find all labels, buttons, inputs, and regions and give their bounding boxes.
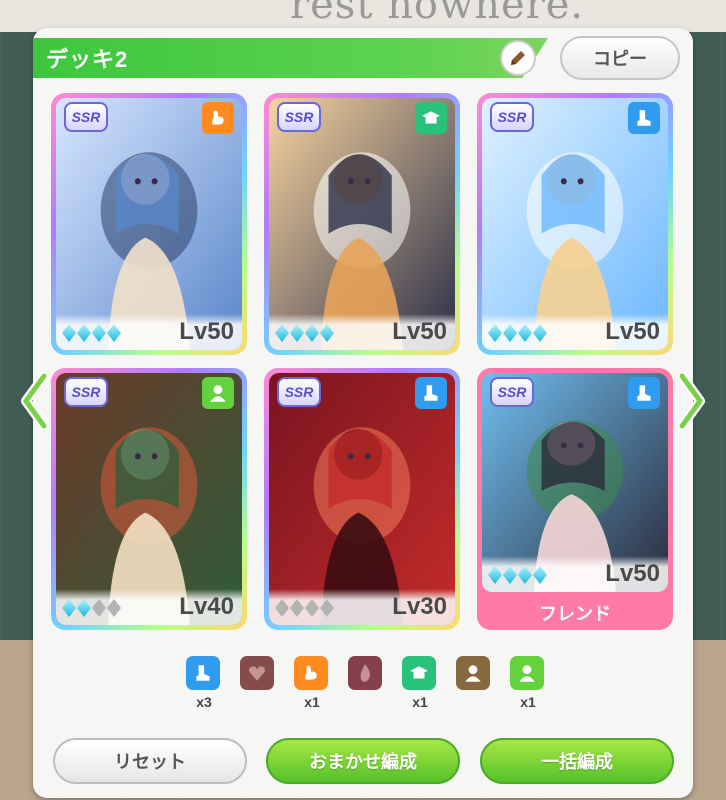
support-card[interactable]: SSR Lv50: [264, 93, 460, 355]
copy-button[interactable]: コピー: [560, 36, 680, 80]
type-count: x3: [186, 656, 222, 710]
card-level: Lv50: [605, 560, 660, 587]
wisdom-type-icon: [415, 102, 447, 134]
limit-break-gem: [62, 324, 76, 342]
card-level: Lv40: [179, 593, 234, 620]
friend-icon: [510, 656, 544, 690]
limit-break-gem: [503, 566, 517, 584]
limit-break-gem: [92, 324, 106, 342]
friend-type-icon: [202, 377, 234, 409]
friend-icon-dim: [456, 656, 490, 690]
ssr-badge: SSR: [64, 102, 108, 132]
power-type-icon: [202, 102, 234, 134]
next-arrow[interactable]: [676, 372, 706, 430]
limit-break-gems: [275, 324, 334, 342]
limit-break-gem: [290, 599, 304, 617]
speed-type-icon: [628, 377, 660, 409]
support-card[interactable]: SSR Lv40: [51, 368, 247, 630]
support-card[interactable]: SSR Lv50: [51, 93, 247, 355]
ssr-badge: SSR: [64, 377, 108, 407]
limit-break-gem: [107, 599, 121, 617]
limit-break-gem: [77, 599, 91, 617]
limit-break-gem: [77, 324, 91, 342]
limit-break-gem: [320, 324, 334, 342]
limit-break-gems: [62, 599, 121, 617]
support-card[interactable]: SSR Lv50: [477, 93, 673, 355]
limit-break-gem: [503, 324, 517, 342]
bulk-compose-button[interactable]: 一括編成: [480, 738, 674, 784]
limit-break-gem: [275, 324, 289, 342]
limit-break-gem: [305, 324, 319, 342]
card-art-frame: SSR Lv30: [269, 373, 455, 625]
deck-title: デッキ2: [46, 47, 129, 72]
card-art-frame: SSR Lv50: [482, 373, 668, 592]
limit-break-gem: [320, 599, 334, 617]
wisdom-icon: [402, 656, 436, 690]
heart-icon: [240, 656, 274, 690]
limit-break-gems: [275, 599, 334, 617]
card-level: Lv30: [392, 593, 447, 620]
speed-icon: [186, 656, 220, 690]
limit-break-gems: [488, 566, 547, 584]
limit-break-gem: [518, 324, 532, 342]
type-count: [456, 656, 492, 694]
card-art-frame: SSR Lv50: [482, 98, 668, 350]
limit-break-gem: [275, 599, 289, 617]
support-card[interactable]: SSR Lv50 フレンド: [477, 368, 673, 630]
card-artwork: [269, 98, 455, 350]
card-artwork: [269, 373, 455, 625]
limit-break-gems: [62, 324, 121, 342]
card-art-frame: SSR Lv50: [56, 98, 242, 350]
type-count-value: x1: [520, 694, 536, 710]
limit-break-gem: [92, 599, 106, 617]
auto-compose-button[interactable]: おまかせ編成: [266, 738, 460, 784]
card-level: Lv50: [605, 318, 660, 345]
card-art-frame: SSR Lv50: [269, 98, 455, 350]
ssr-badge: SSR: [490, 377, 534, 407]
limit-break-gem: [533, 324, 547, 342]
type-count: x1: [294, 656, 330, 710]
ssr-badge: SSR: [490, 102, 534, 132]
limit-break-gem: [62, 599, 76, 617]
pencil-icon: [511, 51, 525, 65]
friend-label: フレンド: [477, 596, 673, 630]
limit-break-gem: [290, 324, 304, 342]
limit-break-gem: [488, 566, 502, 584]
type-count-value: x1: [412, 694, 428, 710]
guts-icon: [348, 656, 382, 690]
type-count-value: x1: [304, 694, 320, 710]
type-summary: x3 x1 x1 x1: [186, 656, 546, 716]
type-count-value: x3: [196, 694, 212, 710]
card-artwork: [56, 98, 242, 350]
type-count: x1: [402, 656, 438, 710]
reset-button[interactable]: リセット: [53, 738, 247, 784]
card-artwork: [482, 98, 668, 350]
type-count: [348, 656, 384, 694]
chevron-left-icon: [21, 372, 49, 430]
limit-break-gem: [305, 599, 319, 617]
speed-type-icon: [415, 377, 447, 409]
edit-button[interactable]: [500, 40, 536, 76]
ssr-badge: SSR: [277, 102, 321, 132]
speed-type-icon: [628, 102, 660, 134]
chevron-right-icon: [677, 372, 705, 430]
limit-break-gem: [107, 324, 121, 342]
card-artwork: [56, 373, 242, 625]
limit-break-gem: [518, 566, 532, 584]
prev-arrow[interactable]: [20, 372, 50, 430]
power-icon: [294, 656, 328, 690]
type-count: x1: [510, 656, 546, 710]
limit-break-gems: [488, 324, 547, 342]
card-level: Lv50: [179, 318, 234, 345]
limit-break-gem: [533, 566, 547, 584]
support-card[interactable]: SSR Lv30: [264, 368, 460, 630]
background-text: rest nowhere.: [290, 0, 585, 28]
type-count: [240, 656, 276, 694]
card-art-frame: SSR Lv40: [56, 373, 242, 625]
card-level: Lv50: [392, 318, 447, 345]
limit-break-gem: [488, 324, 502, 342]
ssr-badge: SSR: [277, 377, 321, 407]
